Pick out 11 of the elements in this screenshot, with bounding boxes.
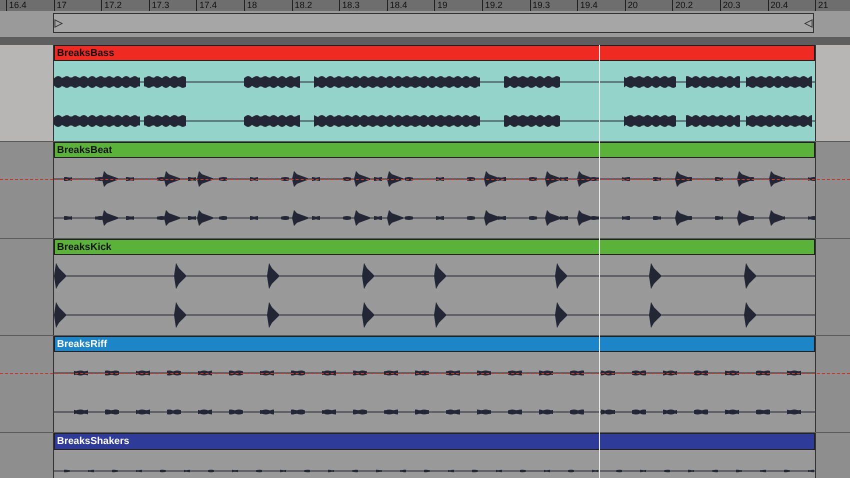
clip-name: BreaksKick (57, 242, 112, 252)
automation-line[interactable] (0, 373, 850, 374)
clip-name: BreaksBass (57, 48, 114, 58)
clip-name: BreaksRiff (57, 338, 108, 350)
timeline-ruler[interactable]: 16.4 17 17.2 17.3 17.4 18 18.2 18.3 18.4 19 19.2 19.3 19.4 20 20.2 20.3 20.4 21 (0, 0, 850, 11)
loop-end-icon (804, 18, 813, 28)
clip-name: BreaksShakers (57, 436, 130, 447)
loop-start-icon (54, 18, 63, 28)
loop-brace[interactable] (53, 13, 814, 33)
automation-line[interactable] (0, 179, 850, 180)
clip-name: BreaksBeat (57, 144, 112, 156)
